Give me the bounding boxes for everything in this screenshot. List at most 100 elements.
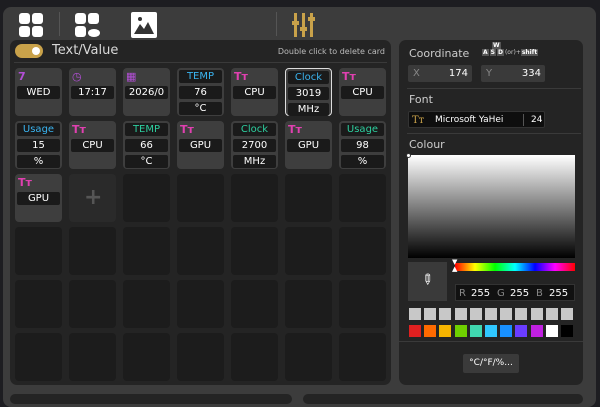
card[interactable]: TEMP 76 °C <box>177 68 224 116</box>
swatch[interactable] <box>439 325 452 337</box>
r-value[interactable]: 255 <box>471 285 490 302</box>
divider <box>407 88 581 89</box>
grid-icon[interactable] <box>18 12 44 38</box>
hue-slider[interactable] <box>455 263 575 271</box>
eyedropper-button[interactable]: ✎ <box>408 262 447 301</box>
empty-slot[interactable] <box>123 333 170 381</box>
swatch-empty[interactable] <box>439 308 452 320</box>
coordinate-label: Coordinate <box>409 47 470 60</box>
card[interactable]: Usage 98% <box>339 121 386 169</box>
swatch-empty[interactable] <box>454 308 467 320</box>
card[interactable]: Tт GPU <box>285 121 332 169</box>
add-card-button[interactable]: + <box>69 174 116 222</box>
font-size[interactable]: 24 <box>531 112 542 129</box>
swatch[interactable] <box>409 325 421 337</box>
sliders-icon[interactable] <box>291 12 317 38</box>
swatch-empty[interactable] <box>515 308 528 320</box>
empty-slot[interactable] <box>15 333 62 381</box>
x-value: 174 <box>448 68 468 79</box>
units-button[interactable]: °C/°F/%... <box>463 354 519 373</box>
card[interactable]: Tт GPU <box>15 174 62 222</box>
image-icon[interactable] <box>131 12 157 38</box>
swatch-empty[interactable] <box>530 308 543 320</box>
swatch[interactable] <box>515 325 528 337</box>
empty-slot[interactable] <box>285 280 332 328</box>
hue-handle[interactable]: ▼ ▲ <box>452 259 457 273</box>
swatch[interactable] <box>500 325 513 337</box>
empty-slot[interactable] <box>15 227 62 275</box>
card[interactable]: Clock 2700 MHz <box>231 121 278 169</box>
empty-slot[interactable] <box>285 174 332 222</box>
empty-slot[interactable] <box>69 280 116 328</box>
empty-slot[interactable] <box>177 280 224 328</box>
key-s: S <box>489 49 496 56</box>
empty-slot[interactable] <box>177 227 224 275</box>
card-value: 76 <box>179 86 222 99</box>
swatch[interactable] <box>424 325 437 337</box>
swatch[interactable] <box>469 325 482 337</box>
x-field[interactable]: X 174 <box>408 65 472 82</box>
card-value: 2026/0 <box>125 86 168 99</box>
empty-slot[interactable] <box>231 227 278 275</box>
empty-slot[interactable] <box>69 227 116 275</box>
card[interactable]: Tт GPU <box>177 121 224 169</box>
delete-hint: Double click to delete card <box>277 47 385 56</box>
text-icon: Tт <box>342 70 356 83</box>
key-shift: shift <box>520 49 539 56</box>
empty-slot[interactable] <box>69 333 116 381</box>
card[interactable]: Clock 3019 MHz <box>285 68 332 116</box>
g-label: G <box>497 288 505 299</box>
empty-slot[interactable] <box>123 280 170 328</box>
empty-slot[interactable] <box>177 333 224 381</box>
g-value[interactable]: 255 <box>510 285 529 302</box>
swatch-empty[interactable] <box>545 308 558 320</box>
empty-slot[interactable] <box>231 333 278 381</box>
swatch-empty[interactable] <box>561 308 573 320</box>
card[interactable]: Tт CPU <box>339 68 386 116</box>
picker-handle[interactable] <box>406 153 411 158</box>
colour-picker-area[interactable] <box>408 155 575 258</box>
empty-slot[interactable] <box>231 174 278 222</box>
card[interactable]: Tт CPU <box>231 68 278 116</box>
empty-slot[interactable] <box>285 227 332 275</box>
card-value: 2700 <box>233 139 276 152</box>
empty-slot[interactable] <box>339 174 386 222</box>
swatch[interactable] <box>530 325 543 337</box>
swatch[interactable] <box>485 325 497 337</box>
card-value: 17:17 <box>71 86 114 99</box>
swatch-empty[interactable] <box>424 308 437 320</box>
swatch-empty[interactable] <box>409 308 421 320</box>
card-value: 3019 <box>288 87 329 100</box>
text-icon: Tт <box>180 123 194 136</box>
empty-slot[interactable] <box>177 174 224 222</box>
empty-slot[interactable] <box>339 333 386 381</box>
font-label: Font <box>409 93 433 106</box>
swatch[interactable] <box>545 325 558 337</box>
text-value-toggle[interactable] <box>15 44 43 58</box>
b-value[interactable]: 255 <box>549 285 568 302</box>
swatch-empty[interactable] <box>500 308 513 320</box>
empty-slot[interactable] <box>123 227 170 275</box>
card-unit: % <box>341 155 384 168</box>
grid-cloud-icon[interactable] <box>74 12 100 38</box>
divider <box>399 341 583 342</box>
card[interactable]: ▦ 2026/0 <box>123 68 170 116</box>
swatch[interactable] <box>454 325 467 337</box>
empty-slot[interactable] <box>285 333 332 381</box>
empty-slot[interactable] <box>339 227 386 275</box>
card[interactable]: TEMP 66 °C <box>123 121 170 169</box>
card[interactable]: Tт CPU <box>69 121 116 169</box>
card[interactable]: 7 WED <box>15 68 62 116</box>
empty-slot[interactable] <box>231 280 278 328</box>
swatch[interactable] <box>561 325 573 337</box>
swatch-empty[interactable] <box>485 308 497 320</box>
empty-slot[interactable] <box>15 280 62 328</box>
swatch-empty[interactable] <box>469 308 482 320</box>
empty-slot[interactable] <box>123 174 170 222</box>
rgb-fields: R 255 G 255 B 255 <box>455 284 575 301</box>
card[interactable]: Usage 15% <box>15 121 62 169</box>
empty-slot[interactable] <box>339 280 386 328</box>
font-selector[interactable]: Tт Microsoft YaHei 24 <box>408 111 545 128</box>
card[interactable]: ◷ 17:17 <box>69 68 116 116</box>
y-field[interactable]: Y 334 <box>481 65 545 82</box>
